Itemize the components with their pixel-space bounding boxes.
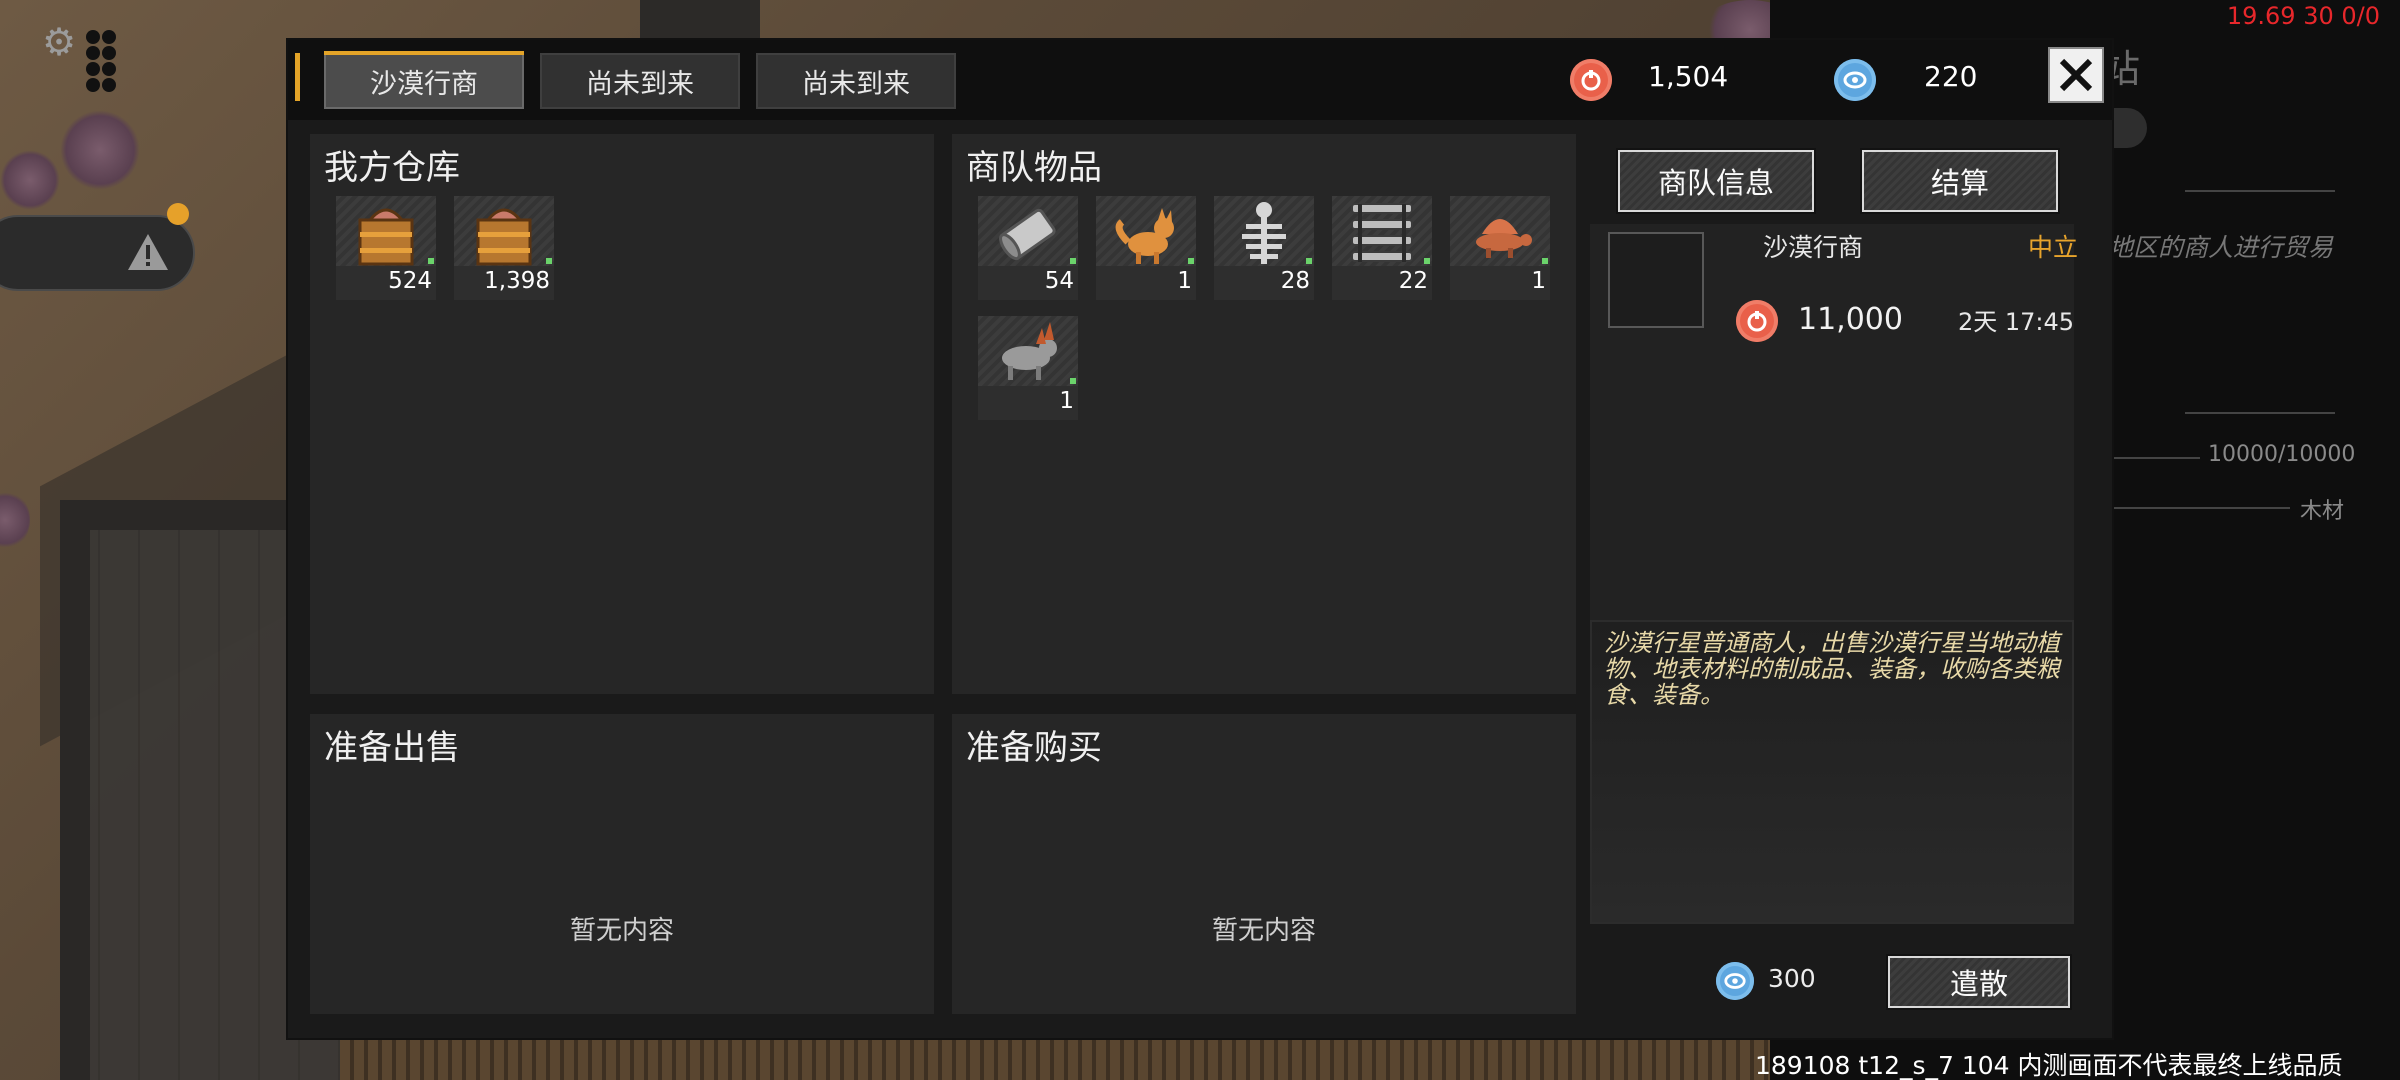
metal-canister-icon xyxy=(999,208,1056,261)
item-quantity: 1 xyxy=(1531,268,1546,294)
caravan-item-slot[interactable]: 1 xyxy=(1450,196,1550,300)
settle-button[interactable]: 结算 xyxy=(1860,148,2060,214)
caravan-item-slot[interactable]: 1 xyxy=(978,316,1078,420)
my-storage-panel: 我方仓库 524 1,398 xyxy=(310,134,934,694)
tab-not-arrived-1[interactable]: 尚未到来 xyxy=(540,53,740,109)
background-material: 木材 xyxy=(2300,499,2345,524)
merchant-portrait xyxy=(1608,232,1704,328)
red-currency xyxy=(1570,58,1612,102)
fps-readout: 19.69 30 0/0 xyxy=(2226,2,2380,30)
pipe-stack-icon xyxy=(1351,203,1413,262)
colonist-dots-icon[interactable] xyxy=(86,30,126,110)
empty-placeholder: 暂无内容 xyxy=(569,916,674,946)
prepare-sell-panel: 准备出售 暂无内容 xyxy=(310,714,934,1014)
caravan-item-slot[interactable]: 54 xyxy=(978,196,1078,300)
warning-icon[interactable] xyxy=(126,230,170,274)
shrub xyxy=(0,150,60,210)
build-watermark: 189108 t12_s_7 104 内测画面不代表最终上线品质 xyxy=(1755,1051,2343,1080)
red-coin-icon xyxy=(1570,59,1612,101)
blue-currency-value: 220 xyxy=(1924,60,1978,93)
caravan-item-slot[interactable]: 1 xyxy=(1096,196,1196,300)
merchant-relation-status: 中立 xyxy=(2028,233,2079,262)
wooden-crate-icon xyxy=(358,208,414,266)
divider xyxy=(2110,507,2290,509)
tab-desert-merchant[interactable]: 沙漠行商 xyxy=(324,51,524,109)
skeleton-icon xyxy=(1242,202,1286,264)
sail-lizard-icon xyxy=(1476,219,1532,258)
storage-item-slot[interactable]: 524 xyxy=(336,196,436,300)
caravan-info-button[interactable]: 商队信息 xyxy=(1616,148,1816,214)
divider xyxy=(2185,190,2335,192)
background-capacity: 10000/10000 xyxy=(2208,442,2356,467)
my-storage-title: 我方仓库 xyxy=(324,148,460,188)
prepare-buy-title: 准备购买 xyxy=(966,728,1102,768)
notification-dot xyxy=(167,203,189,225)
item-quantity: 22 xyxy=(1398,268,1428,294)
settings-gear-icon[interactable]: ⚙ xyxy=(42,22,82,62)
merchant-money: 11,000 xyxy=(1798,302,1903,337)
merchant-description: 沙漠行星普通商人，出售沙漠行星当地动植物、地表材料的制成品、装备，收购各类粮食、… xyxy=(1604,629,2060,709)
divider xyxy=(2110,457,2200,459)
fox-creature-icon xyxy=(1115,208,1174,264)
blue-coin-icon xyxy=(1834,59,1876,101)
tab-not-arrived-2[interactable]: 尚未到来 xyxy=(756,53,956,109)
background-trade-text: 地区的商人进行贸易 xyxy=(2108,233,2334,262)
item-quantity: 54 xyxy=(1044,268,1074,294)
caravan-goods-panel: 商队物品 54 1 28 22 1 1 xyxy=(952,134,1576,694)
disband-button[interactable]: 遣散 xyxy=(1886,954,2072,1010)
caravan-item-slot[interactable]: 22 xyxy=(1332,196,1432,300)
caravan-item-slot[interactable]: 28 xyxy=(1214,196,1314,300)
divider xyxy=(2185,412,2335,414)
close-button[interactable] xyxy=(2048,47,2104,103)
close-icon xyxy=(2059,58,2093,92)
shrub xyxy=(60,110,140,190)
trade-dialog: 沙漠行商 尚未到来 尚未到来 1,504 220 我方仓库 524 1,398 … xyxy=(288,40,2112,1038)
tab-accent-bar xyxy=(295,53,300,101)
merchant-name: 沙漠行商 xyxy=(1763,233,1864,262)
item-quantity: 1 xyxy=(1177,268,1192,294)
item-quantity: 1 xyxy=(1059,388,1074,414)
blue-coin-icon xyxy=(1716,962,1754,1000)
red-currency-value: 1,504 xyxy=(1648,60,1729,93)
dialog-topbar: 沙漠行商 尚未到来 尚未到来 1,504 220 xyxy=(288,40,2112,120)
horned-beast-icon xyxy=(1002,322,1057,380)
blue-currency xyxy=(1834,58,1876,102)
prepare-buy-panel: 准备购买 暂无内容 xyxy=(952,714,1576,1014)
wooden-crate-icon xyxy=(476,208,532,266)
caravan-goods-title: 商队物品 xyxy=(966,148,1102,188)
storage-item-slot[interactable]: 1,398 xyxy=(454,196,554,300)
red-coin-icon xyxy=(1736,300,1778,342)
disband-cost: 300 xyxy=(1768,964,1816,993)
item-quantity: 524 xyxy=(388,268,432,294)
prepare-sell-title: 准备出售 xyxy=(324,728,460,768)
merchant-time-left: 2天 17:45 xyxy=(1957,308,2074,336)
fence-strip xyxy=(340,1040,1790,1080)
item-quantity: 1,398 xyxy=(484,268,550,294)
empty-placeholder: 暂无内容 xyxy=(1211,916,1316,946)
item-quantity: 28 xyxy=(1280,268,1310,294)
base-wall xyxy=(60,500,90,1080)
